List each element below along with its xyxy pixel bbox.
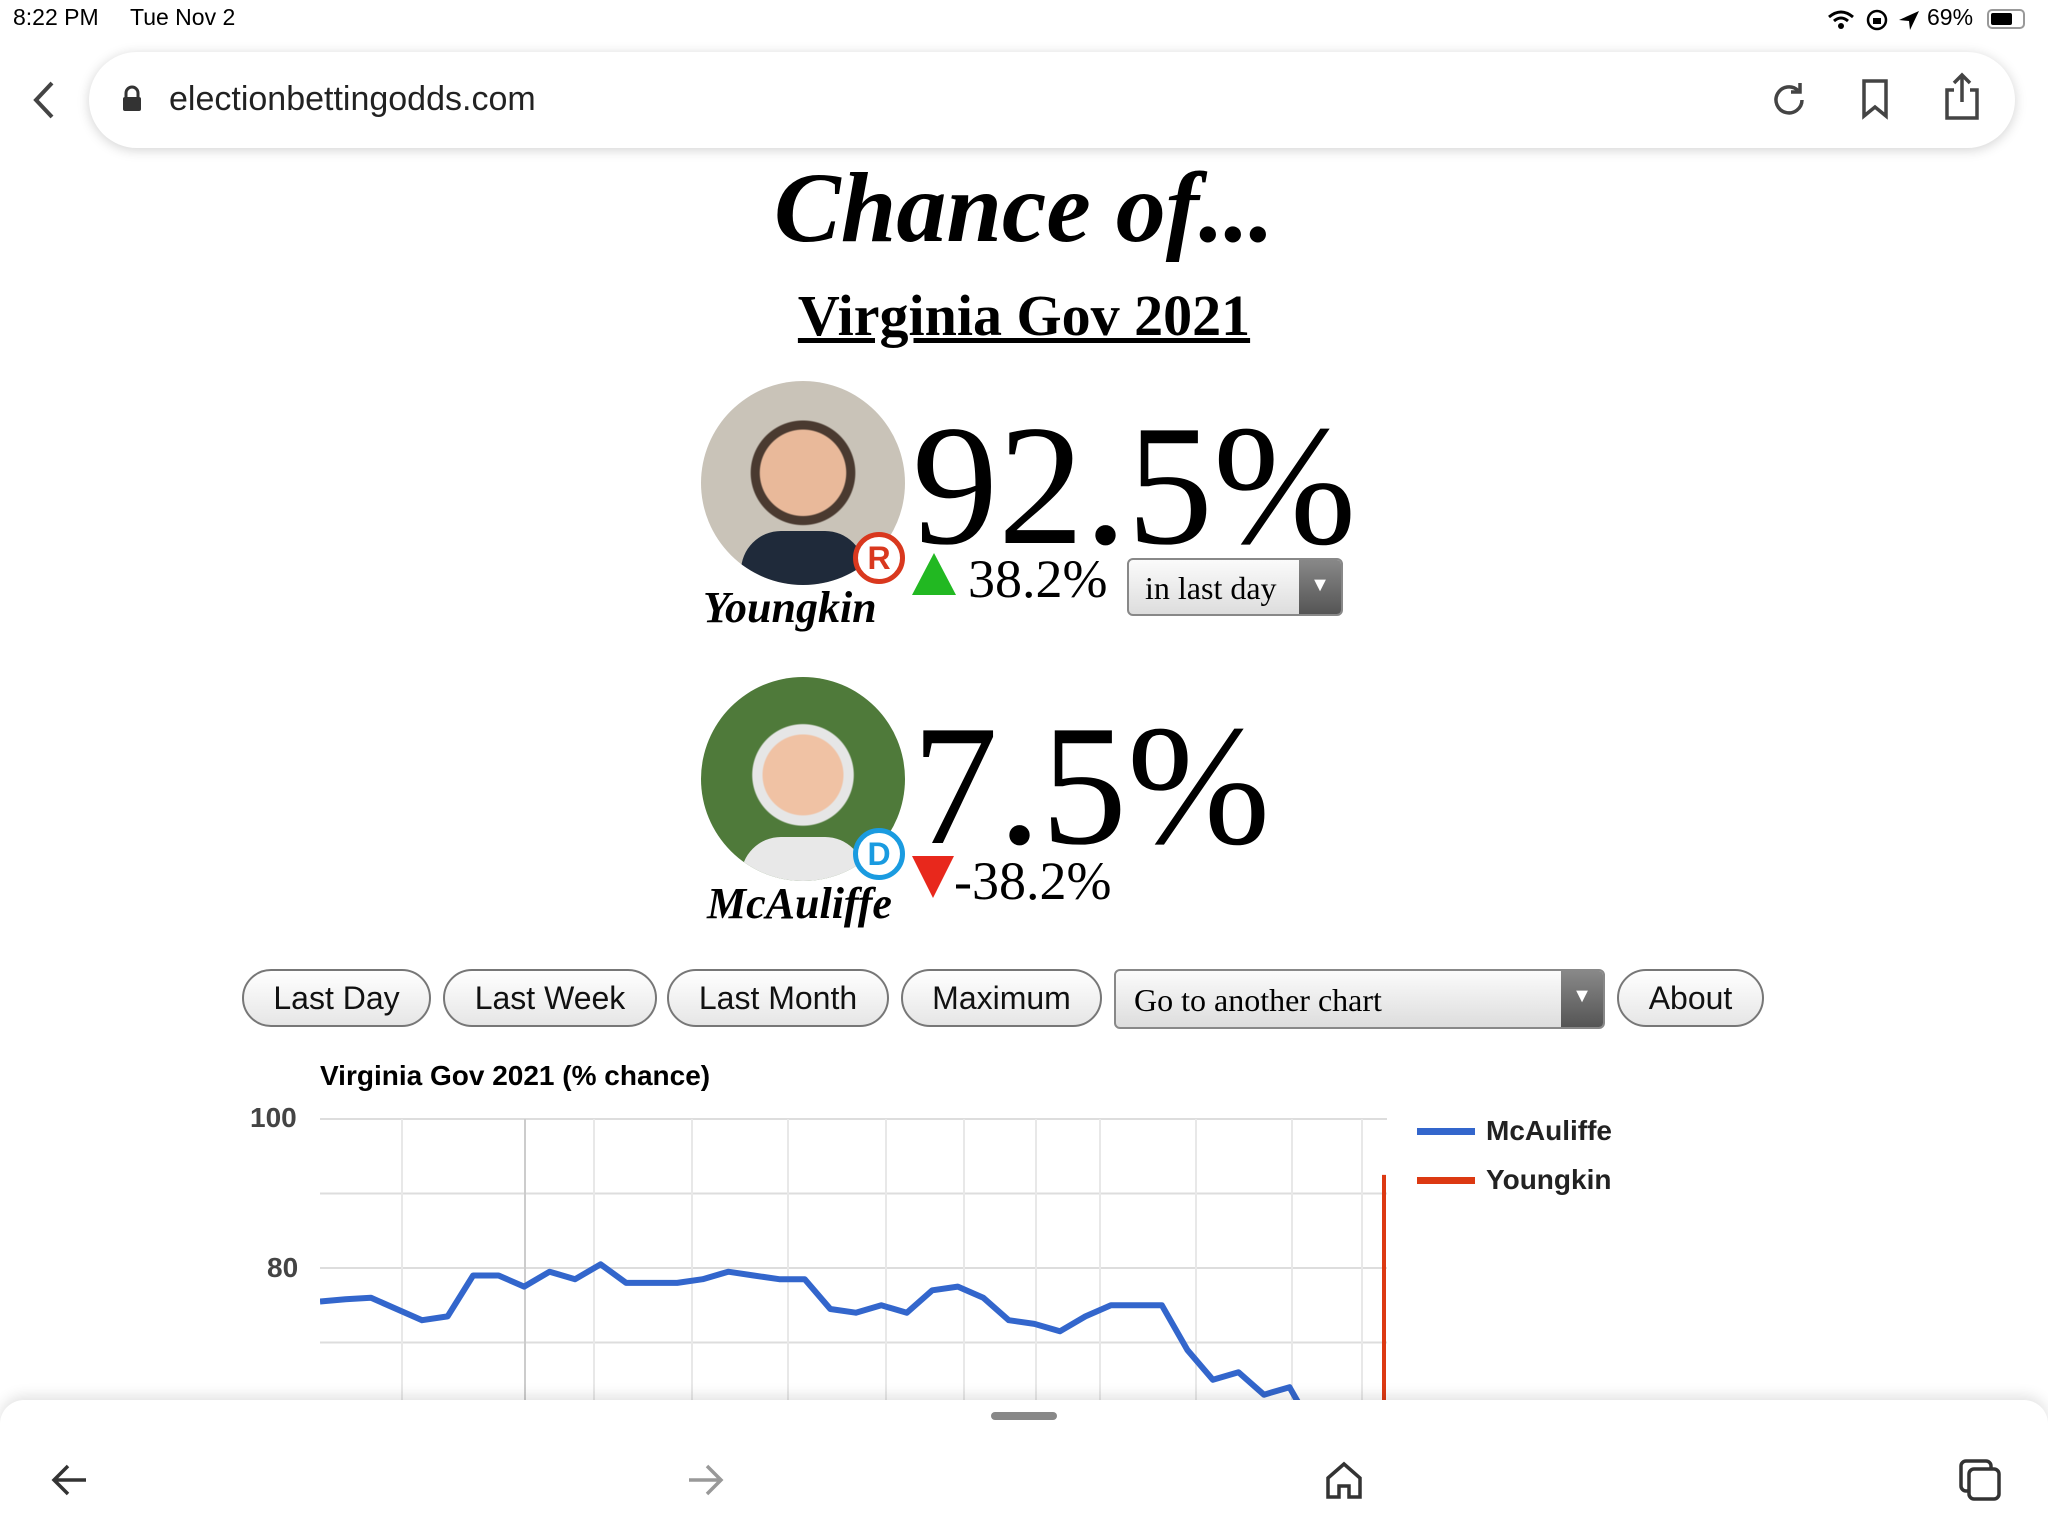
chart-title: Virginia Gov 2021 (% chance): [320, 1060, 711, 1091]
democrat-badge: D: [853, 828, 905, 880]
dropdown-arrow-icon: ▼: [1561, 971, 1603, 1027]
battery-percent: 69%: [1927, 4, 1974, 30]
bottom-toolbar: [0, 1400, 2048, 1536]
share-icon[interactable]: [1942, 72, 1982, 122]
status-time: 8:22 PM: [13, 4, 99, 30]
period-select-value: in last day: [1145, 570, 1277, 606]
last-week-button[interactable]: Last Week: [443, 969, 657, 1027]
forward-arrow-icon[interactable]: [685, 1462, 725, 1498]
youngkin-name: Youngkin: [703, 583, 877, 632]
address-bar[interactable]: electionbettingodds.com: [89, 52, 2015, 148]
bookmark-icon[interactable]: [1859, 78, 1893, 120]
down-arrow-icon: [912, 856, 954, 898]
dropdown-arrow-icon: ▼: [1299, 560, 1341, 614]
y-tick-100: 100: [250, 1102, 297, 1133]
mcauliffe-line: [320, 1261, 1301, 1400]
last-day-button[interactable]: Last Day: [242, 969, 431, 1027]
chart-select-value: Go to another chart: [1134, 982, 1382, 1018]
tabs-icon[interactable]: [1958, 1458, 2002, 1502]
wifi-icon: [1828, 10, 1854, 29]
mcauliffe-change: -38.2%: [954, 851, 1112, 911]
battery-icon: [1987, 9, 2025, 29]
back-arrow-icon[interactable]: [50, 1462, 90, 1498]
legend-mcauliffe: McAuliffe: [1486, 1115, 1612, 1146]
line-chart: [320, 1118, 1387, 1400]
republican-badge: R: [853, 532, 905, 584]
drag-handle[interactable]: [991, 1412, 1057, 1420]
period-select[interactable]: in last day ▼: [1127, 558, 1343, 616]
up-arrow-icon: [912, 553, 956, 595]
browser-back-icon[interactable]: [30, 80, 60, 120]
legend-swatch-mcauliffe: [1417, 1128, 1475, 1135]
rotation-lock-icon: [1866, 9, 1888, 31]
maximum-button[interactable]: Maximum: [901, 969, 1102, 1027]
youngkin-change: 38.2%: [968, 549, 1108, 609]
home-icon[interactable]: [1324, 1460, 1364, 1500]
youngkin-chance: 92.5%: [912, 391, 1357, 581]
legend-swatch-youngkin: [1417, 1177, 1475, 1184]
lock-icon: [123, 85, 141, 111]
legend-youngkin: Youngkin: [1486, 1164, 1612, 1195]
chart-select[interactable]: Go to another chart ▼: [1114, 969, 1605, 1029]
status-icons: [1828, 9, 1919, 31]
last-month-button[interactable]: Last Month: [667, 969, 889, 1027]
reload-icon[interactable]: [1769, 80, 1809, 120]
mcauliffe-chance: 7.5%: [912, 691, 1271, 881]
location-icon: [1899, 11, 1919, 30]
race-link[interactable]: Virginia Gov 2021: [0, 282, 2048, 349]
url-text[interactable]: electionbettingodds.com: [169, 80, 536, 119]
status-date: Tue Nov 2: [130, 4, 236, 30]
y-tick-80: 80: [267, 1252, 299, 1283]
page-title: Chance of...: [774, 152, 1274, 263]
mcauliffe-name: McAuliffe: [707, 879, 892, 928]
about-button[interactable]: About: [1617, 969, 1764, 1027]
